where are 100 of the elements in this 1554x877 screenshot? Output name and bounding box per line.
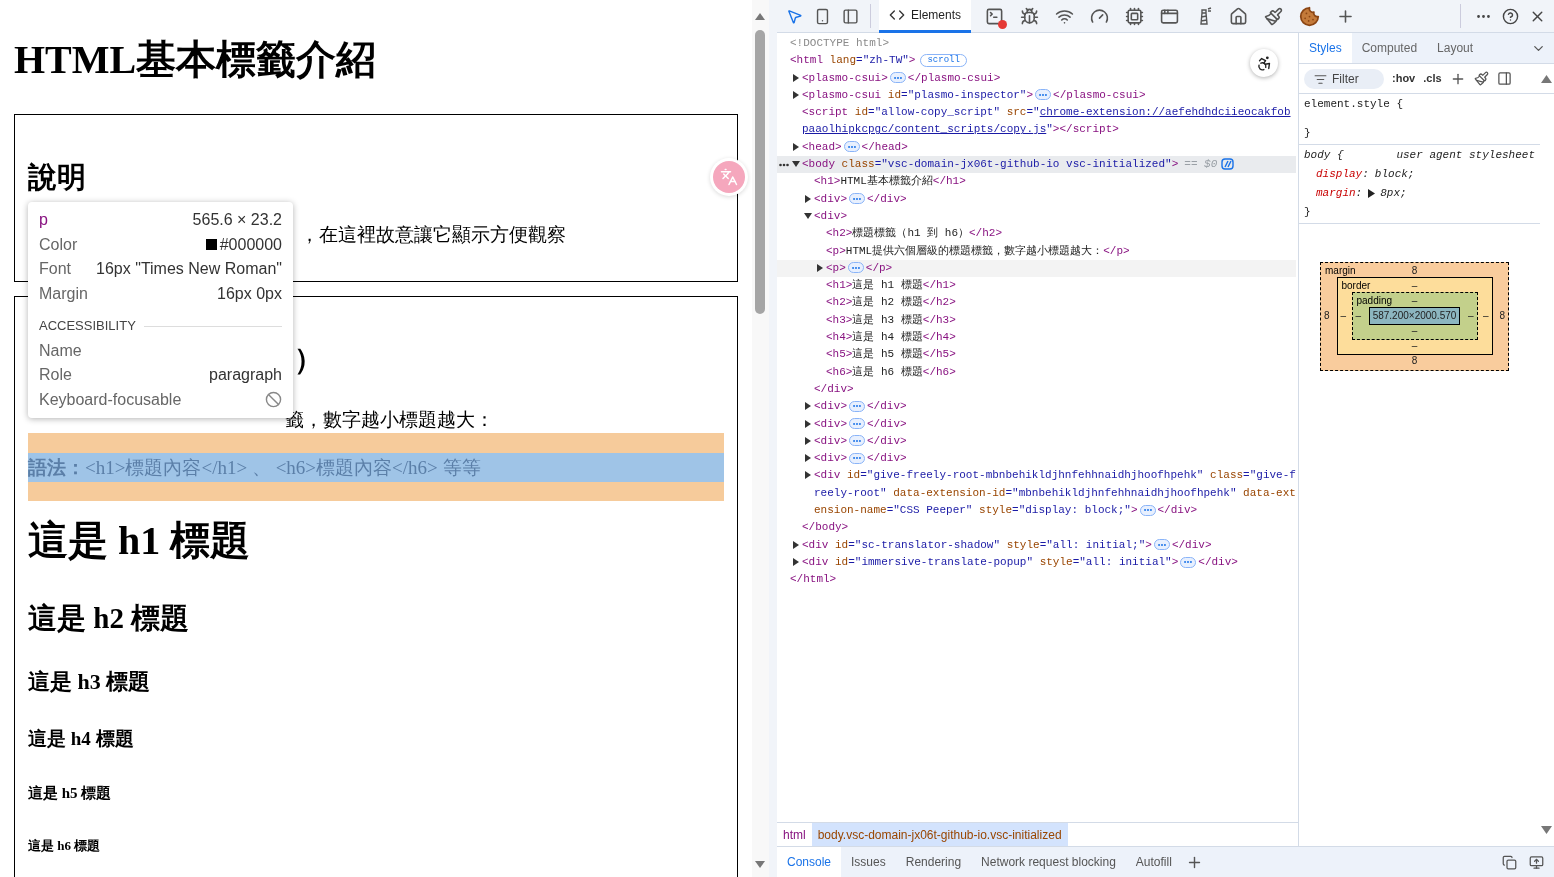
drawer-tab[interactable]: Autofill bbox=[1125, 847, 1182, 877]
section-heading: 說明 bbox=[28, 160, 86, 195]
collapsed-triangle-icon[interactable] bbox=[804, 194, 812, 203]
property-label: Font bbox=[39, 259, 71, 279]
collapsed-triangle-icon[interactable] bbox=[804, 419, 812, 428]
help-icon[interactable] bbox=[1502, 7, 1519, 25]
scroll-down-icon[interactable] bbox=[1541, 826, 1552, 834]
collapsed-node[interactable]: <div id="give-freely-root-mbnbehikldjhnfehhnaidhjhoofhpehk" class="give-freely-root" data-extension-id="mbnbehikldjhnfehhnaidhjhoofhpehk" data-extension-name="CSS Peeper" style="display: block;"> </div> bbox=[814, 467, 1296, 520]
drawer-tab[interactable]: Console bbox=[777, 847, 842, 877]
collapsed-triangle-icon[interactable] bbox=[804, 402, 812, 411]
not-allowed-icon bbox=[265, 391, 282, 409]
brush-icon[interactable] bbox=[1473, 71, 1489, 86]
home-icon[interactable] bbox=[1229, 6, 1249, 26]
sidebar-toggle-icon[interactable] bbox=[1496, 71, 1512, 86]
ellipsis-icon[interactable] bbox=[1153, 539, 1170, 551]
property-value: 8px; bbox=[1380, 186, 1407, 201]
color-swatch bbox=[205, 239, 217, 251]
window-icon[interactable] bbox=[1160, 6, 1180, 26]
expand-triangle-icon[interactable] bbox=[1368, 189, 1376, 198]
collapsed-triangle-icon[interactable] bbox=[816, 263, 824, 272]
scroll-up-icon[interactable] bbox=[755, 13, 766, 20]
translate-icon bbox=[720, 168, 738, 186]
gauge-icon[interactable] bbox=[1090, 6, 1110, 26]
ellipsis-icon[interactable] bbox=[1035, 89, 1052, 101]
expanded-triangle-icon[interactable] bbox=[804, 211, 812, 220]
separator: : bbox=[1355, 186, 1363, 201]
collapsed-node[interactable]: <div> </div> bbox=[814, 415, 1296, 433]
breadcrumb[interactable]: body.vsc-domain-jx06t-github-io.vsc-initialized bbox=[811, 823, 1068, 846]
toggle-button[interactable]: :hov bbox=[1392, 70, 1416, 87]
panel-tab[interactable]: Elements bbox=[879, 0, 972, 33]
styles-tab[interactable]: Computed bbox=[1351, 33, 1428, 63]
ellipsis-icon[interactable] bbox=[847, 262, 864, 274]
collapsed-triangle-icon[interactable] bbox=[792, 557, 800, 566]
filter-icon bbox=[1314, 72, 1327, 86]
collapsed-node[interactable]: <plasmo-csui> </plasmo-csui> bbox=[802, 69, 1296, 87]
drawer-tab[interactable]: Network request blocking bbox=[971, 847, 1126, 877]
code-text: <body class="vsc-domain-jx06t-github-io vsc-initialized"> bbox=[802, 158, 1179, 171]
property-value: paragraph bbox=[209, 365, 282, 385]
collapsed-node[interactable]: <div id="immersive-translate-popup" style="all: initial"> </div> bbox=[802, 553, 1296, 572]
ellipsis-icon[interactable] bbox=[843, 141, 860, 153]
drawer-tab[interactable]: Rendering bbox=[895, 847, 972, 877]
collapsed-node[interactable]: <div> </div> bbox=[814, 190, 1296, 208]
toggle-button[interactable]: .cls bbox=[1423, 70, 1442, 87]
scroll-down-icon[interactable] bbox=[755, 861, 766, 868]
drawer-toggle-icon[interactable] bbox=[1529, 854, 1544, 870]
sample-heading: 這是 h1 標題 bbox=[28, 517, 251, 565]
bug-icon[interactable] bbox=[1020, 6, 1040, 26]
collapsed-triangle-icon[interactable] bbox=[804, 471, 812, 480]
drawer-tab[interactable]: Issues bbox=[841, 847, 896, 877]
inspect-icon[interactable] bbox=[786, 7, 803, 25]
ellipsis-icon[interactable] bbox=[1139, 504, 1156, 516]
ellipsis-icon[interactable] bbox=[849, 452, 865, 464]
box-value: – bbox=[1355, 310, 1362, 322]
scroll-thumb[interactable] bbox=[755, 30, 766, 314]
ellipsis-icon[interactable] bbox=[849, 193, 865, 205]
collapsed-node[interactable]: <div id="sc-translator-shadow" style="all: initial;"> </div> bbox=[802, 536, 1296, 554]
cookie-icon[interactable] bbox=[1299, 5, 1321, 27]
rule-selector: body { bbox=[1304, 148, 1344, 163]
collapsed-node[interactable]: <plasmo-csui id="plasmo-inspector"> </plasmo-csui> bbox=[802, 86, 1296, 105]
collapsed-triangle-icon[interactable] bbox=[792, 90, 800, 99]
rule-close: } bbox=[1304, 206, 1311, 218]
box-value: 8 bbox=[1411, 355, 1418, 367]
device-toolbar-icon[interactable] bbox=[814, 7, 831, 25]
ellipsis-icon[interactable] bbox=[849, 418, 865, 430]
styles-tab[interactable]: Layout bbox=[1427, 33, 1484, 63]
filter-field[interactable]: Filter bbox=[1304, 68, 1384, 89]
breadcrumb[interactable]: html bbox=[777, 823, 812, 846]
console-icon[interactable] bbox=[985, 6, 1005, 26]
ellipsis-icon[interactable] bbox=[849, 400, 865, 412]
collapsed-node[interactable]: <div> </div> bbox=[814, 432, 1296, 451]
collapsed-triangle-icon[interactable] bbox=[804, 454, 812, 463]
expanded-triangle-icon[interactable] bbox=[792, 160, 800, 169]
collapsed-node[interactable]: <head> </head> bbox=[802, 138, 1296, 157]
ellipsis-icon[interactable] bbox=[889, 72, 906, 84]
collapsed-triangle-icon[interactable] bbox=[792, 540, 800, 549]
content-size: 587.200×2000.570 bbox=[1368, 307, 1461, 325]
sample-heading: 這是 h5 標題 bbox=[28, 784, 112, 803]
collapsed-triangle-icon[interactable] bbox=[804, 436, 812, 445]
ai-assist-icon[interactable] bbox=[1221, 158, 1235, 171]
collapsed-node[interactable]: <div> </div> bbox=[814, 398, 1296, 416]
code-text: <h2>這是 h2 標題</h2> bbox=[826, 296, 956, 309]
styles-tab[interactable]: Styles bbox=[1299, 33, 1352, 63]
code-text: <p>HTML提供六個層級的標題標籤，數字越小標題越大：</p> bbox=[826, 244, 1130, 257]
ellipsis-icon[interactable] bbox=[849, 435, 865, 447]
collapsed-triangle-icon[interactable] bbox=[792, 142, 800, 151]
undock-icon[interactable] bbox=[1502, 854, 1517, 870]
scroll-up-icon[interactable] bbox=[1541, 75, 1552, 83]
brush-icon[interactable] bbox=[1264, 6, 1284, 26]
more-dots-icon[interactable] bbox=[779, 163, 789, 168]
ellipsis-icon[interactable] bbox=[1180, 556, 1197, 568]
dock-icon[interactable] bbox=[842, 7, 859, 25]
tag-name: p bbox=[39, 210, 48, 230]
chip-icon[interactable] bbox=[1125, 6, 1145, 26]
box-value: – bbox=[1411, 340, 1418, 352]
sample-heading: 這是 h3 標題 bbox=[28, 668, 151, 696]
property-value: 16px "Times New Roman" bbox=[96, 259, 282, 279]
accessibility-button[interactable] bbox=[1250, 49, 1278, 77]
page-scrollbar[interactable] bbox=[752, 0, 769, 877]
collapsed-triangle-icon[interactable] bbox=[792, 73, 800, 82]
collapsed-node[interactable]: <div> </div> bbox=[814, 450, 1296, 468]
